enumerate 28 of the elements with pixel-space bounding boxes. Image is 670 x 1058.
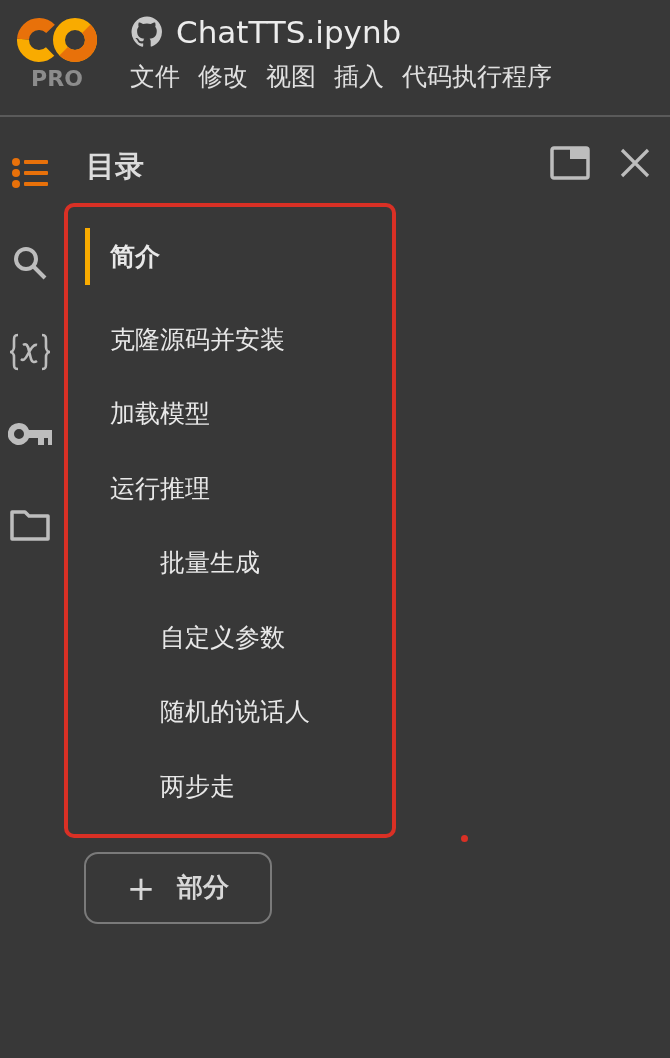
menu-item[interactable]: 代码执行程序 — [402, 60, 552, 94]
menu-item[interactable]: 文件 — [130, 60, 180, 94]
github-icon — [130, 15, 164, 49]
variables-icon[interactable] — [8, 333, 52, 371]
toc-item[interactable]: 克隆源码并安装 — [110, 322, 285, 356]
pro-label: PRO — [31, 66, 83, 92]
menu-item[interactable]: 插入 — [334, 60, 384, 94]
toc-item[interactable]: 运行推理 — [110, 471, 210, 505]
close-icon[interactable] — [620, 148, 650, 178]
toc-item[interactable]: 简介 — [110, 240, 160, 273]
toc-item[interactable]: 加载模型 — [110, 397, 210, 431]
selection-bar — [85, 228, 90, 285]
window-icon[interactable] — [550, 146, 590, 180]
list-icon[interactable] — [11, 157, 49, 189]
folder-icon[interactable] — [10, 509, 50, 541]
add-section-button[interactable]: + 部分 — [84, 851, 272, 924]
menu-item[interactable]: 修改 — [198, 60, 248, 94]
logo-icon — [17, 16, 97, 64]
search-icon[interactable] — [12, 245, 48, 281]
key-icon[interactable] — [8, 421, 52, 447]
panel-title: 目录 — [86, 148, 144, 185]
toc-item[interactable]: 随机的说话人 — [160, 695, 310, 729]
toc-item[interactable]: 批量生成 — [160, 546, 260, 580]
notebook-title[interactable]: ChatTTS.ipynb — [176, 14, 402, 50]
toc-item[interactable]: 自定义参数 — [160, 620, 285, 654]
menu-item[interactable]: 视图 — [266, 60, 316, 94]
toc-item[interactable]: 两步走 — [160, 769, 235, 803]
annotation-dot — [461, 835, 468, 842]
